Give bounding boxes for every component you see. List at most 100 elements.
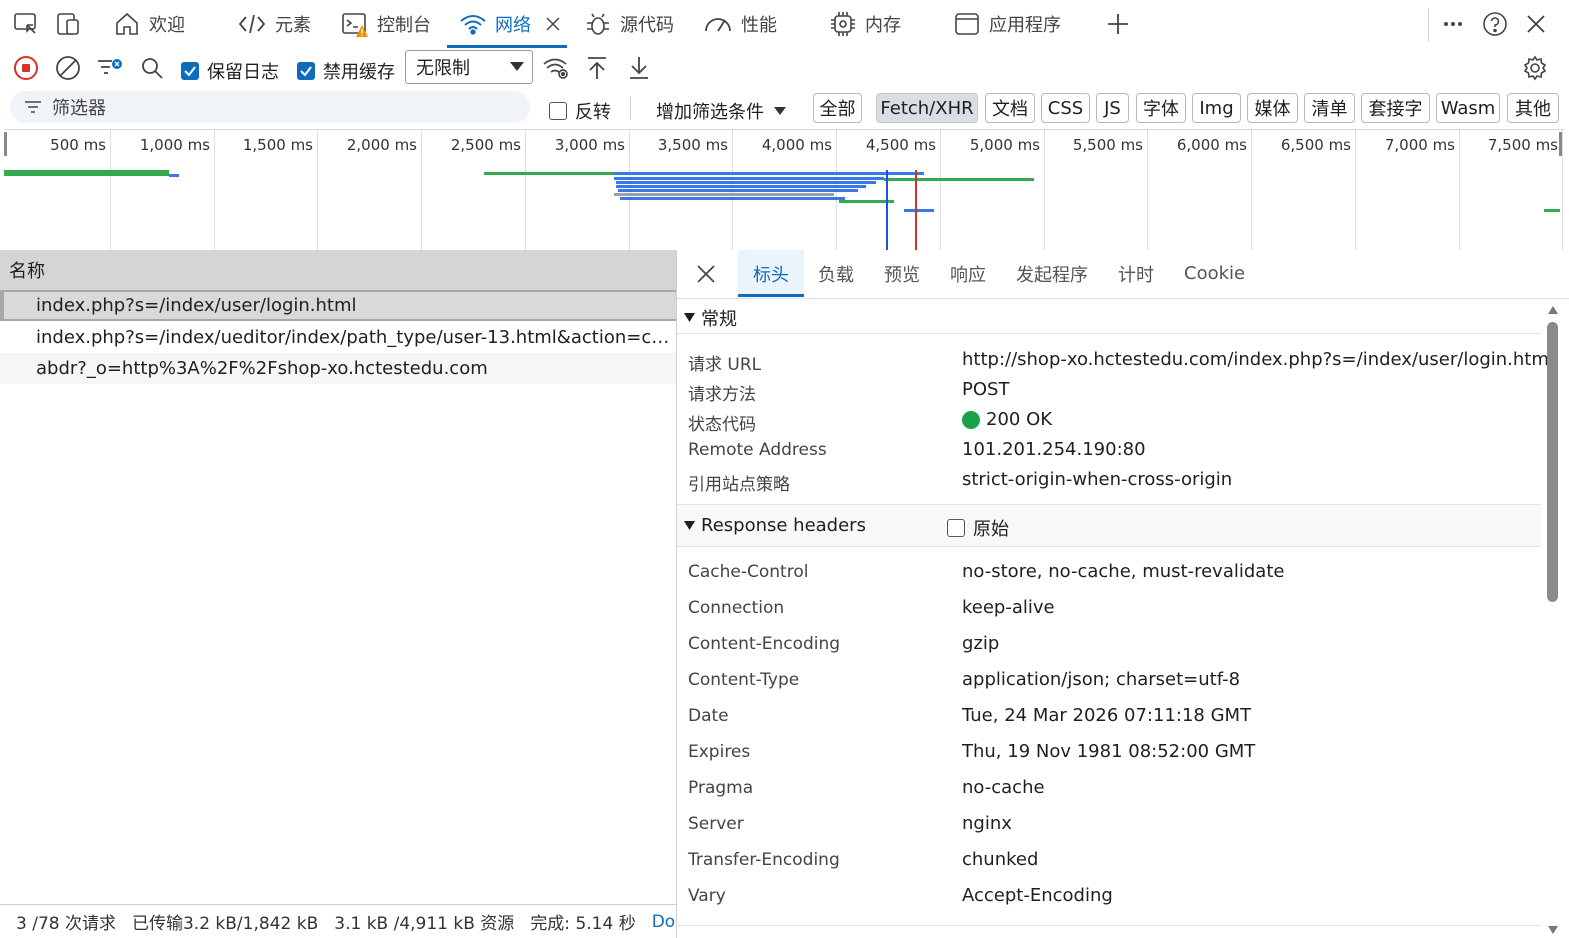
tab-performance[interactable]: 性能 xyxy=(703,0,777,48)
timeline-overview[interactable]: 500 ms 1,000 ms 1,500 ms 2,000 ms 2,500 ms 3,… xyxy=(4,129,1564,251)
more-filters-dropdown[interactable]: 增加筛选条件 xyxy=(656,98,786,124)
type-filter-all[interactable]: 全部 xyxy=(813,93,862,123)
application-window-icon xyxy=(953,10,981,38)
more-filters-label: 增加筛选条件 xyxy=(656,102,764,123)
tab-response[interactable]: 响应 xyxy=(950,250,986,297)
header-value-text: POST xyxy=(962,379,1010,400)
disable-cache-checkbox[interactable]: 禁用缓存 xyxy=(297,58,395,84)
type-filter-label: 套接字 xyxy=(1368,99,1423,120)
header-value-text: Tue, 24 Mar 2026 07:11:18 GMT xyxy=(962,705,1252,726)
header-value-text: application/json; charset=utf-8 xyxy=(962,669,1241,690)
scrollbar-thumb[interactable] xyxy=(1547,322,1558,602)
request-list-header[interactable]: 名称 xyxy=(0,250,676,290)
general-section-header[interactable]: 常规 xyxy=(677,302,1541,334)
clear-icon[interactable] xyxy=(54,54,82,82)
type-filter-other[interactable]: 其他 xyxy=(1507,93,1559,123)
close-tab-icon[interactable] xyxy=(545,16,561,32)
header-key: Date xyxy=(688,706,729,726)
timeline-gridline xyxy=(1562,130,1563,250)
tab-sources[interactable]: 源代码 xyxy=(584,0,674,48)
type-filter-fetch-xhr[interactable]: Fetch/XHR xyxy=(876,93,978,123)
header-value-text: strict-origin-when-cross-origin xyxy=(962,469,1233,490)
request-row[interactable]: index.php?s=/index/ueditor/index/path_ty… xyxy=(0,322,676,353)
waterfall-bar xyxy=(614,177,884,180)
tab-welcome[interactable]: 欢迎 xyxy=(113,0,185,48)
timeline-tick-label: 4,500 ms xyxy=(865,136,936,154)
close-details-icon[interactable] xyxy=(695,250,717,297)
timeline-tick-label: 2,000 ms xyxy=(346,136,417,154)
tab-timing[interactable]: 计时 xyxy=(1118,250,1154,297)
tab-elements[interactable]: 元素 xyxy=(237,0,311,48)
filter-input[interactable]: 筛选器 xyxy=(10,91,530,123)
more-options-icon[interactable] xyxy=(1439,10,1467,38)
request-name: index.php?s=/index/ueditor/index/path_ty… xyxy=(36,327,676,348)
filter-clear-icon[interactable] xyxy=(96,54,124,82)
tab-memory[interactable]: 内存 xyxy=(829,0,901,48)
type-filter-manifest[interactable]: 清单 xyxy=(1304,93,1355,123)
disable-cache-label: 禁用缓存 xyxy=(323,62,395,83)
waterfall-bar xyxy=(618,189,858,192)
tab-label: 控制台 xyxy=(377,15,431,36)
tab-preview[interactable]: 预览 xyxy=(884,250,920,297)
type-filter-media[interactable]: 媒体 xyxy=(1247,93,1298,123)
header-value: strict-origin-when-cross-origin xyxy=(962,469,1232,490)
close-devtools-icon[interactable] xyxy=(1522,10,1550,38)
timeline-gridline xyxy=(214,130,215,250)
waterfall-bar xyxy=(614,172,889,175)
header-key: Content-Type xyxy=(688,670,800,690)
tab-application[interactable]: 应用程序 xyxy=(953,0,1061,48)
invert-checkbox[interactable]: 反转 xyxy=(549,98,611,124)
timeline-tick-label: 500 ms xyxy=(50,136,106,154)
scroll-up-arrow-icon[interactable] xyxy=(1548,306,1558,314)
inspect-element-icon[interactable] xyxy=(12,10,40,38)
timeline-left-handle[interactable] xyxy=(4,132,7,156)
export-har-icon[interactable] xyxy=(625,54,653,82)
tab-network[interactable]: 网络 xyxy=(447,0,567,48)
tab-initiator[interactable]: 发起程序 xyxy=(1016,250,1088,297)
response-headers-section-header[interactable]: Response headers xyxy=(677,505,1541,547)
panel-splitter[interactable] xyxy=(676,250,677,938)
scroll-down-arrow-icon[interactable] xyxy=(1548,926,1558,934)
type-filter-wasm[interactable]: Wasm xyxy=(1436,93,1500,123)
tab-payload[interactable]: 负载 xyxy=(818,250,854,297)
tab-headers[interactable]: 标头 xyxy=(738,250,804,297)
device-emulation-icon[interactable] xyxy=(54,10,82,38)
type-filter-js[interactable]: JS xyxy=(1096,93,1129,123)
type-filter-img[interactable]: Img xyxy=(1192,93,1241,123)
type-filter-font[interactable]: 字体 xyxy=(1136,93,1186,123)
details-tab-label: 计时 xyxy=(1118,264,1154,286)
timeline-tick-label: 4,000 ms xyxy=(761,136,832,154)
type-filter-label: JS xyxy=(1104,97,1121,119)
resources-size: 3.1 kB /4,911 kB 资源 xyxy=(334,914,515,934)
help-icon[interactable] xyxy=(1481,10,1509,38)
header-value: no-cache xyxy=(962,777,1045,798)
invert-label: 反转 xyxy=(575,102,611,123)
import-har-icon[interactable] xyxy=(583,54,611,82)
request-row-selected[interactable]: index.php?s=/index/user/login.html xyxy=(0,290,676,321)
add-tool-icon[interactable] xyxy=(1104,10,1132,38)
tab-console[interactable]: 控制台 xyxy=(341,0,431,48)
settings-gear-icon[interactable] xyxy=(1521,54,1549,82)
record-stop-icon[interactable] xyxy=(12,54,40,82)
request-row[interactable]: abdr?_o=http%3A%2F%2Fshop-xo.hctestedu.c… xyxy=(0,353,676,384)
network-conditions-icon[interactable] xyxy=(542,54,570,82)
checkbox-checked-icon xyxy=(181,62,199,80)
timeline-gridline xyxy=(525,130,526,250)
timeline-tick-label: 5,500 ms xyxy=(1072,136,1143,154)
throttling-select[interactable]: 无限制 xyxy=(405,50,533,84)
timeline-gridline xyxy=(1147,130,1148,250)
devtools-tab-bar: 欢迎 元素 控制台 网络 源代码 性能 内存 应用程序 xyxy=(0,0,1569,49)
waterfall-bar xyxy=(4,170,169,176)
raw-headers-checkbox[interactable]: 原始 xyxy=(947,515,1009,541)
header-value: no-store, no-cache, must-revalidate xyxy=(962,561,1284,582)
type-filter-doc[interactable]: 文档 xyxy=(985,93,1035,123)
type-filter-css[interactable]: CSS xyxy=(1041,93,1090,123)
header-key: Content-Encoding xyxy=(688,634,841,654)
type-filter-websocket[interactable]: 套接字 xyxy=(1361,93,1430,123)
header-value: POST xyxy=(962,379,1009,400)
waterfall-bar xyxy=(884,178,1034,181)
tab-cookies[interactable]: Cookie xyxy=(1184,250,1245,297)
timeline-gridline xyxy=(940,130,941,250)
search-icon[interactable] xyxy=(138,54,166,82)
preserve-log-checkbox[interactable]: 保留日志 xyxy=(181,58,279,84)
